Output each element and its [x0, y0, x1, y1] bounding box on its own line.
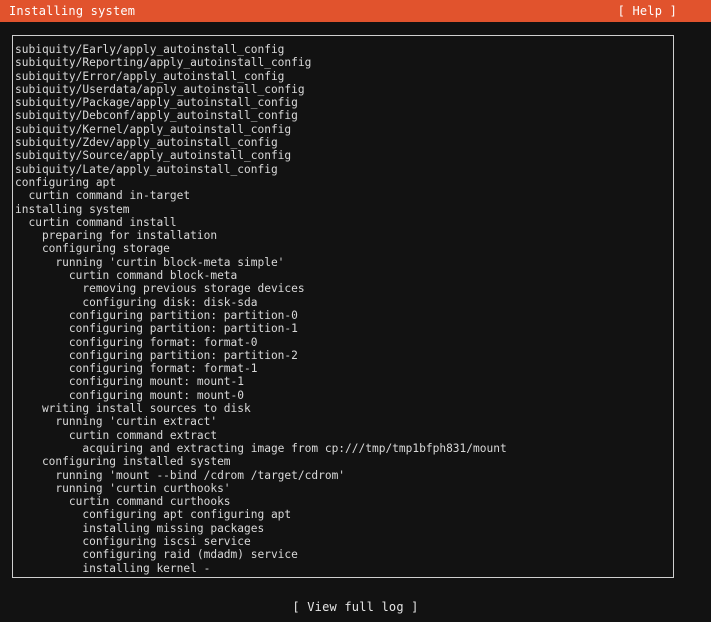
log-line: installing system: [15, 202, 130, 216]
log-line: subiquity/Source/apply_autoinstall_confi…: [15, 149, 292, 163]
log-line: configuring iscsi service: [15, 534, 251, 548]
log-line: subiquity/Error/apply_autoinstall_config: [15, 69, 285, 83]
log-line: configuring format: format-1: [15, 362, 258, 376]
install-log-list: subiquity/Early/apply_autoinstall_config…: [15, 43, 507, 575]
help-button[interactable]: [ Help ]: [618, 0, 677, 22]
log-line: configuring partition: partition-0: [15, 308, 298, 322]
log-line: subiquity/Package/apply_autoinstall_conf…: [15, 96, 298, 110]
screen-title: Installing system: [9, 4, 136, 18]
log-line: acquiring and extracting image from cp:/…: [15, 441, 507, 455]
log-line: configuring mount: mount-1: [15, 375, 245, 389]
log-line: running 'mount --bind /cdrom /target/cdr…: [15, 468, 346, 482]
log-line: configuring mount: mount-0: [15, 388, 245, 402]
log-line: configuring partition: partition-1: [15, 322, 298, 336]
log-line: curtin command curthooks: [15, 495, 231, 509]
log-line: configuring partition: partition-2: [15, 348, 298, 362]
log-line: writing install sources to disk: [15, 402, 251, 416]
log-line: subiquity/Debconf/apply_autoinstall_conf…: [15, 109, 298, 123]
log-line: curtin command block-meta: [15, 269, 238, 283]
log-line: subiquity/Userdata/apply_autoinstall_con…: [15, 82, 305, 96]
log-line: subiquity/Reporting/apply_autoinstall_co…: [15, 56, 312, 70]
log-line: subiquity/Kernel/apply_autoinstall_confi…: [15, 122, 292, 136]
footer: [ View full log ]: [0, 600, 711, 614]
log-line: configuring disk: disk-sda: [15, 295, 258, 309]
log-line: configuring installed system: [15, 455, 231, 469]
log-line: curtin command extract: [15, 428, 218, 442]
log-line: running 'curtin extract': [15, 415, 218, 429]
log-line: curtin command in-target: [15, 189, 191, 203]
log-line: removing previous storage devices: [15, 282, 305, 296]
log-line: curtin command install: [15, 215, 177, 229]
log-line: subiquity/Zdev/apply_autoinstall_config: [15, 136, 278, 150]
log-line: subiquity/Early/apply_autoinstall_config: [15, 43, 285, 56]
view-full-log-button[interactable]: [ View full log ]: [292, 600, 418, 614]
log-line: running 'curtin curthooks': [15, 481, 231, 495]
log-line: configuring apt: [15, 175, 117, 189]
log-line: running 'curtin block-meta simple': [15, 255, 285, 269]
log-line: configuring apt configuring apt: [15, 508, 292, 522]
log-line: configuring format: format-0: [15, 335, 258, 349]
install-log-panel[interactable]: subiquity/Early/apply_autoinstall_config…: [12, 35, 674, 578]
log-line: configuring raid (mdadm) service: [15, 548, 298, 562]
title-bar: Installing system [ Help ]: [0, 0, 711, 22]
log-line: preparing for installation: [15, 229, 218, 243]
log-line: configuring storage: [15, 242, 170, 256]
log-line: installing missing packages: [15, 521, 265, 535]
log-line: subiquity/Late/apply_autoinstall_config: [15, 162, 278, 176]
log-line: installing kernel -: [15, 561, 211, 575]
